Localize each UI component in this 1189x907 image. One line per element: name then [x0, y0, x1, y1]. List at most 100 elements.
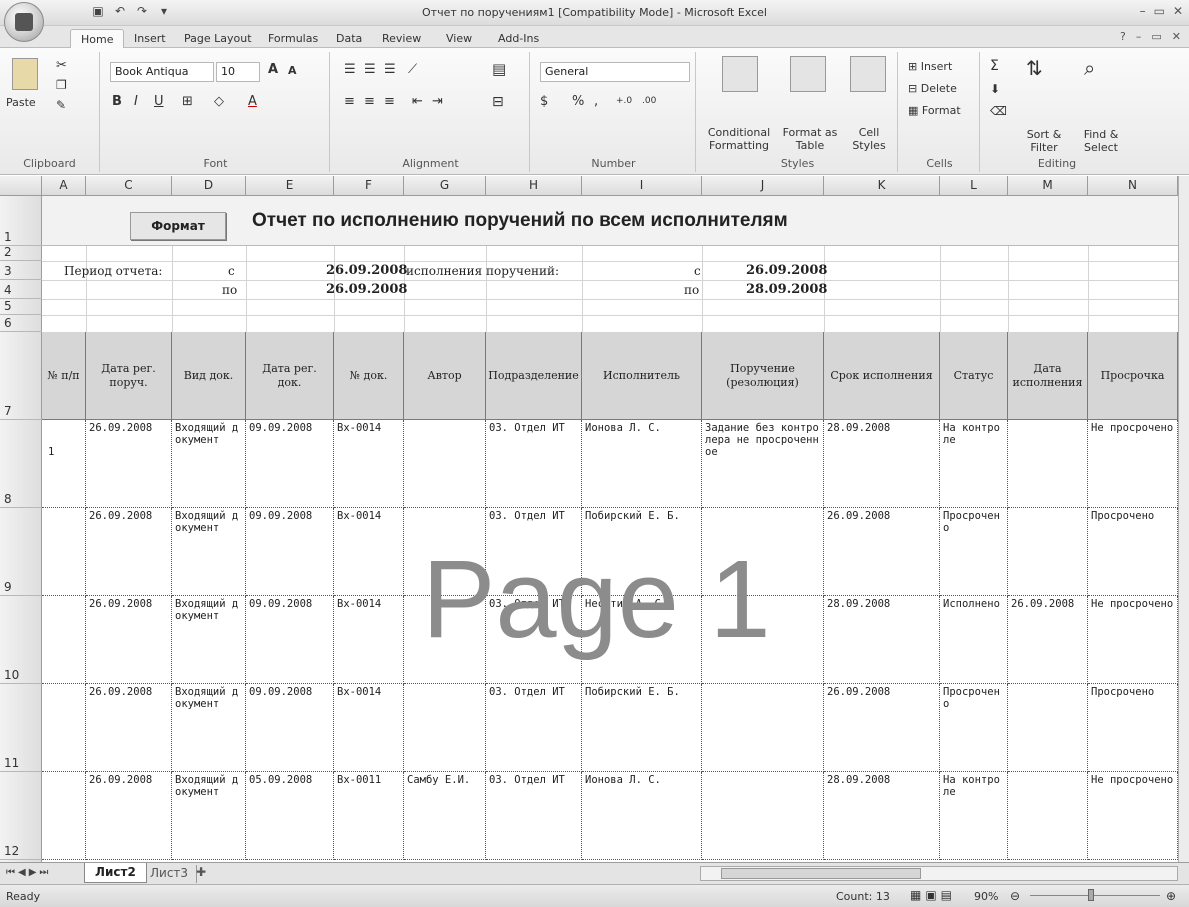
column-header[interactable]: M [1008, 176, 1088, 196]
sort-filter-button[interactable]: Sort & Filter [1016, 128, 1072, 154]
align-top-icon[interactable]: ☰ [344, 62, 356, 77]
select-all-button[interactable] [0, 176, 42, 196]
table-cell-deadline[interactable]: 28.09.2008 [824, 420, 940, 508]
table-cell-order[interactable] [702, 684, 824, 772]
table-cell-exec-date[interactable] [1008, 684, 1088, 772]
table-cell-doc-date[interactable]: 09.09.2008 [246, 684, 334, 772]
tab-data[interactable]: Data [326, 29, 372, 48]
minimize-icon[interactable]: – [1140, 4, 1146, 18]
insert-cells-button[interactable]: ⊞ Insert [908, 60, 952, 73]
horizontal-scrollbar[interactable] [700, 866, 1178, 881]
fill-icon[interactable]: ⬇ [990, 82, 1000, 96]
table-cell-order[interactable]: Задание без контролера не просроченное [702, 420, 824, 508]
decrease-decimal-icon[interactable]: .00 [642, 96, 656, 106]
decrease-indent-icon[interactable]: ⇤ [412, 94, 423, 109]
paste-icon[interactable] [12, 58, 38, 90]
table-cell-overdue[interactable]: Не просрочено [1088, 772, 1178, 860]
format-as-table-button[interactable]: Format as Table [778, 126, 842, 152]
table-cell-doc-no[interactable]: Вх-0014 [334, 596, 404, 684]
table-cell-exec-date[interactable] [1008, 772, 1088, 860]
tab-review[interactable]: Review [372, 29, 431, 48]
table-cell-overdue[interactable]: Не просрочено [1088, 596, 1178, 684]
table-cell-executor[interactable]: Ионова Л. С. [582, 772, 702, 860]
number-format-select[interactable]: General [540, 62, 690, 82]
column-header[interactable]: N [1088, 176, 1178, 196]
table-cell-author[interactable] [404, 684, 486, 772]
align-right-icon[interactable]: ≡ [384, 94, 395, 109]
table-cell-deadline[interactable]: 26.09.2008 [824, 508, 940, 596]
cut-icon[interactable]: ✂ [56, 58, 67, 73]
wrap-text-icon[interactable]: ▤ [492, 60, 506, 78]
font-name-select[interactable]: Book Antiqua [110, 62, 214, 82]
align-bottom-icon[interactable]: ☰ [384, 62, 396, 77]
table-cell-num[interactable] [42, 596, 86, 684]
merge-center-icon[interactable]: ⊟ [492, 94, 504, 110]
cell-styles-button[interactable]: Cell Styles [844, 126, 894, 152]
percent-icon[interactable]: % [572, 94, 584, 109]
vertical-scrollbar[interactable] [1178, 176, 1189, 862]
row-header[interactable]: 2 [0, 245, 42, 261]
table-cell-dept[interactable]: 03. Отдел ИТ [486, 684, 582, 772]
column-header[interactable]: H [486, 176, 582, 196]
align-center-icon[interactable]: ≡ [364, 94, 375, 109]
table-cell-doc-type[interactable]: Входящий документ [172, 508, 246, 596]
align-middle-icon[interactable]: ☰ [364, 62, 376, 77]
row-header[interactable]: 10 [0, 596, 42, 684]
table-cell-dept[interactable]: 03. Отдел ИТ [486, 596, 582, 684]
conditional-formatting-button[interactable]: Conditional Formatting [702, 126, 776, 152]
sheet-nav-icons[interactable]: ⏮◀▶⏭ [6, 867, 51, 878]
tab-view[interactable]: View [436, 29, 482, 48]
table-cell-doc-type[interactable]: Входящий документ [172, 772, 246, 860]
comma-icon[interactable]: , [594, 94, 598, 109]
table-cell-dept[interactable]: 03. Отдел ИТ [486, 508, 582, 596]
tab-page-layout[interactable]: Page Layout [174, 29, 262, 48]
italic-icon[interactable]: I [134, 94, 138, 109]
clear-icon[interactable]: ⌫ [990, 104, 1007, 118]
table-cell-doc-no[interactable]: Вх-0011 [334, 772, 404, 860]
table-cell-order[interactable] [702, 772, 824, 860]
zoom-slider-thumb[interactable] [1088, 889, 1094, 901]
borders-icon[interactable]: ⊞ [182, 94, 193, 109]
office-button[interactable] [4, 2, 44, 42]
row-header[interactable]: 7 [0, 332, 42, 420]
table-cell-num[interactable]: 1 [42, 420, 86, 508]
column-header[interactable]: D [172, 176, 246, 196]
paste-button[interactable]: Paste [6, 96, 36, 109]
sheet-tab[interactable]: Лист3 [142, 865, 198, 883]
zoom-slider[interactable] [1030, 895, 1160, 896]
table-cell-num[interactable] [42, 772, 86, 860]
row-header[interactable]: 8 [0, 420, 42, 508]
zoom-out-icon[interactable]: ⊖ [1010, 889, 1020, 903]
table-cell-date-reg[interactable]: 26.09.2008 [86, 772, 172, 860]
table-cell-exec-date[interactable] [1008, 508, 1088, 596]
table-cell-doc-date[interactable]: 09.09.2008 [246, 596, 334, 684]
row-header[interactable]: 1 [0, 196, 42, 246]
format-cells-button[interactable]: ▦ Format [908, 104, 961, 117]
table-cell-doc-no[interactable]: Вх-0014 [334, 684, 404, 772]
format-button[interactable]: Формат [130, 212, 226, 240]
table-cell-executor[interactable]: Побирский Е. Б. [582, 684, 702, 772]
autosum-icon[interactable]: Σ [990, 58, 999, 74]
table-cell-status[interactable]: Исполнено [940, 596, 1008, 684]
period-to-value[interactable]: 26.09.2008 [326, 282, 407, 297]
format-painter-icon[interactable]: ✎ [56, 98, 66, 112]
tab-insert[interactable]: Insert [124, 29, 176, 48]
tab-add-ins[interactable]: Add-Ins [488, 29, 549, 48]
column-header[interactable]: J [702, 176, 824, 196]
table-cell-executor[interactable]: Ионова Л. С. [582, 420, 702, 508]
copy-icon[interactable]: ❐ [56, 78, 67, 92]
close-icon[interactable]: ✕ [1173, 4, 1183, 18]
sheet-tab-active[interactable]: Лист2 [84, 863, 147, 883]
period-from-value[interactable]: 26.09.2008 [326, 263, 407, 278]
wb-close-icon[interactable]: ✕ [1172, 30, 1181, 43]
zoom-level[interactable]: 90% [974, 890, 998, 903]
column-header[interactable]: G [404, 176, 486, 196]
row-header[interactable]: 3 [0, 261, 42, 280]
column-header[interactable]: C [86, 176, 172, 196]
table-cell-overdue[interactable]: Просрочено [1088, 684, 1178, 772]
grow-font-icon[interactable]: A [268, 62, 278, 77]
table-cell-doc-no[interactable]: Вх-0014 [334, 508, 404, 596]
table-cell-author[interactable] [404, 508, 486, 596]
table-cell-author[interactable] [404, 420, 486, 508]
row-header[interactable]: 6 [0, 315, 42, 332]
